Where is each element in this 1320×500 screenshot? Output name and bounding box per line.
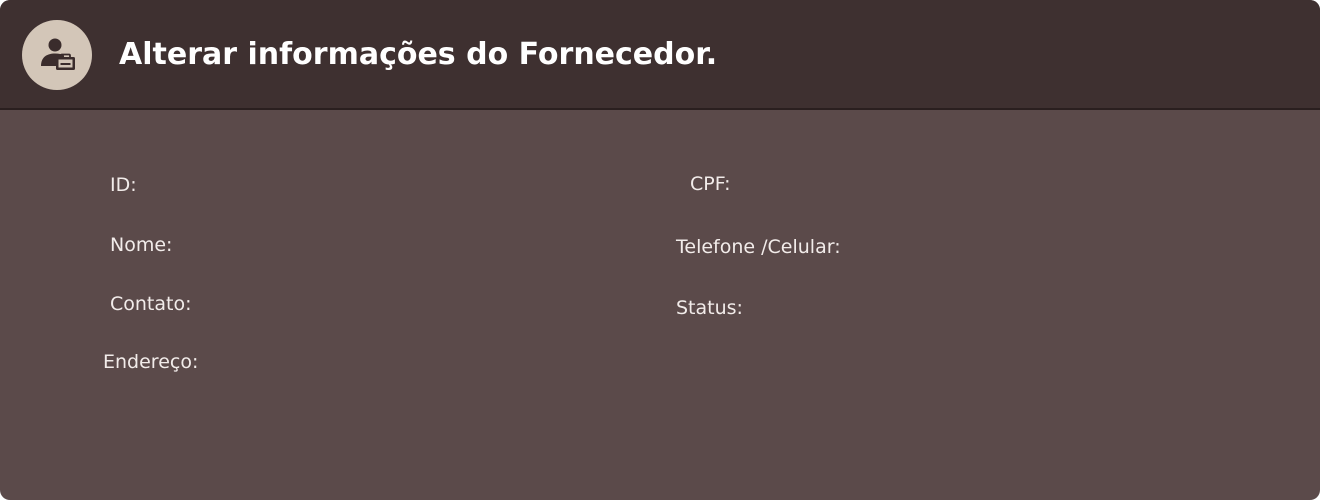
panel-header: Alterar informações do Fornecedor. [0,0,1320,110]
telefone-label: Telefone /Celular: [676,236,841,258]
edit-supplier-panel: Alterar informações do Fornecedor. ID: N… [0,0,1320,500]
status-label: Status: [676,297,743,319]
page-title: Alterar informações do Fornecedor. [119,37,718,72]
supplier-user-icon [41,38,75,70]
nome-label: Nome: [110,234,173,256]
avatar [22,20,92,90]
endereco-label: Endereço: [103,351,199,373]
id-label: ID: [110,174,137,196]
contato-label: Contato: [110,293,192,315]
cpf-label: CPF: [690,173,731,195]
